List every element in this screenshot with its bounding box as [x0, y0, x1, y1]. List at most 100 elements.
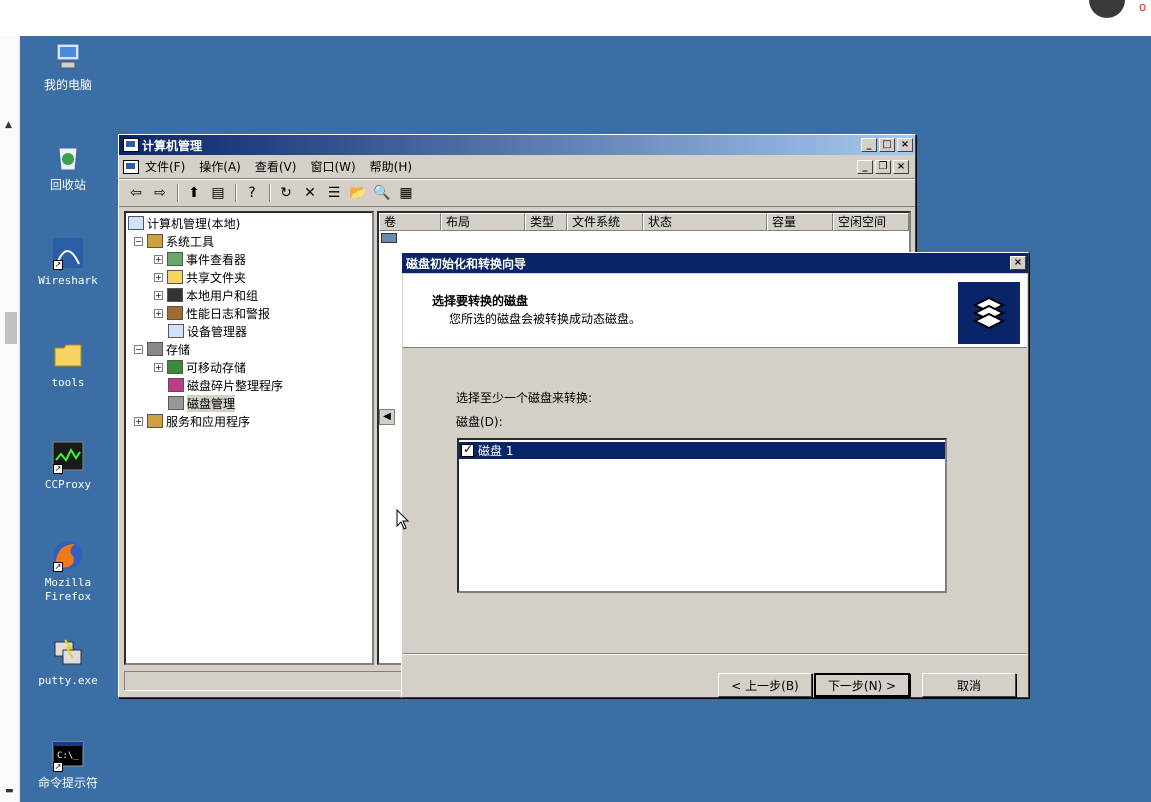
desktop-icon-wireshark[interactable]: ↗ Wireshark	[28, 236, 108, 288]
scroll-down-icon[interactable]: ▬	[5, 786, 14, 796]
shortcut-arrow-icon: ↗	[53, 762, 63, 772]
volume-row-icon	[381, 233, 397, 243]
left-scrollbar[interactable]: ▲ ▬	[0, 36, 20, 802]
close-icon[interactable]: ×	[1010, 256, 1026, 270]
shortcut-arrow-icon: ↗	[53, 464, 63, 474]
tree-item-defrag[interactable]: 磁盘碎片整理程序	[168, 377, 283, 393]
menu-action[interactable]: 操作(A)	[199, 158, 241, 175]
menu-view[interactable]: 查看(V)	[255, 158, 297, 175]
scroll-up-icon[interactable]: ▲	[5, 120, 12, 130]
up-level-icon[interactable]: ⬆	[183, 183, 205, 203]
desktop-icon-tools[interactable]: tools	[28, 338, 108, 390]
desktop-icon-putty[interactable]: putty.exe	[28, 636, 108, 688]
tree-item-event-viewer[interactable]: + 事件查看器	[154, 251, 246, 267]
desktop-icon-label: tools	[51, 376, 85, 389]
desktop-icon-recycle-bin[interactable]: 回收站	[28, 140, 108, 192]
disk-stack-icon	[958, 282, 1020, 344]
scroll-left-icon[interactable]: ◀	[379, 409, 395, 425]
maximize-icon[interactable]: □	[879, 138, 895, 152]
forward-icon[interactable]: ⇨	[149, 183, 171, 203]
ccproxy-icon: ↗	[51, 440, 85, 474]
mdi-close-icon[interactable]: ×	[893, 159, 909, 174]
menu-file[interactable]: 文件(F)	[145, 158, 185, 175]
tree-item-disk-management[interactable]: 磁盘管理	[168, 394, 236, 412]
desktop-icon-firefox[interactable]: ↗ Mozilla Firefox	[28, 538, 108, 604]
disk-item-label: 磁盘 1	[478, 444, 514, 458]
cancel-button[interactable]: 取消	[922, 673, 1016, 697]
tree-item-removable-storage[interactable]: + 可移动存储	[154, 359, 246, 375]
desktop-icon-label: CCProxy	[44, 478, 92, 491]
mgmt-window-icon	[123, 138, 139, 152]
back-icon[interactable]: ⇦	[125, 183, 147, 203]
shared-folder-icon	[167, 270, 183, 284]
mmc-menu-icon[interactable]	[123, 159, 139, 174]
settings-icon[interactable]: ▦	[395, 183, 417, 203]
storage-icon	[147, 342, 163, 356]
users-icon	[167, 288, 183, 302]
tree-item-root[interactable]: 计算机管理(本地)	[128, 215, 240, 231]
col-layout[interactable]: 布局	[441, 213, 525, 231]
folder-icon	[51, 338, 85, 372]
tree-item-shared-folders[interactable]: + 共享文件夹	[154, 269, 246, 285]
mgmt-titlebar[interactable]: 计算机管理 _ □ ×	[119, 135, 915, 155]
expand-icon[interactable]: +	[154, 290, 163, 300]
menu-help[interactable]: 帮助(H)	[370, 158, 412, 175]
tree-item-perf-logs[interactable]: + 性能日志和警报	[154, 305, 270, 321]
help-icon[interactable]: ?	[241, 183, 263, 203]
minimize-icon[interactable]: _	[861, 138, 877, 152]
col-filesystem[interactable]: 文件系统	[567, 213, 643, 231]
tree-item-storage[interactable]: − 存储	[134, 341, 190, 357]
expand-icon[interactable]: +	[154, 308, 163, 318]
tree-item-local-users[interactable]: + 本地用户和组	[154, 287, 258, 303]
expand-icon[interactable]: +	[154, 362, 163, 372]
mdi-restore-icon[interactable]: ❐	[875, 159, 891, 174]
next-button[interactable]: 下一步(N) >	[814, 673, 910, 697]
expand-icon[interactable]: +	[154, 272, 163, 282]
search-icon[interactable]: 🔍	[371, 183, 393, 203]
mdi-minimize-icon[interactable]: _	[857, 159, 873, 174]
disk-listbox[interactable]: 磁盘 1	[457, 438, 947, 593]
mouse-cursor-icon	[396, 509, 410, 530]
desktop-icon-cmd[interactable]: C:\_ ↗ 命令提示符	[28, 738, 108, 790]
desktop-icon-my-computer[interactable]: 我的电脑	[28, 40, 108, 92]
col-capacity[interactable]: 容量	[767, 213, 833, 231]
tree-item-services-apps[interactable]: + 服务和应用程序	[134, 413, 250, 429]
wizard-divider	[403, 653, 1027, 655]
computer-icon	[128, 216, 144, 230]
disk-checkbox[interactable]	[461, 442, 474, 457]
desktop-icon-ccproxy[interactable]: ↗ CCProxy	[28, 440, 108, 492]
disk-conversion-wizard[interactable]: 磁盘初始化和转换向导 × 选择要转换的磁盘 您所选的磁盘会被转换成动态磁盘。 选…	[401, 252, 1029, 698]
desktop-icon-label: putty.exe	[38, 674, 98, 687]
col-type[interactable]: 类型	[525, 213, 567, 231]
collapse-icon[interactable]: −	[134, 344, 143, 354]
back-button[interactable]: < 上一步(B)	[718, 673, 812, 697]
disk-list-item[interactable]: 磁盘 1	[459, 442, 945, 459]
show-tree-icon[interactable]: ▤	[207, 183, 229, 203]
delete-icon[interactable]: ✕	[299, 183, 321, 203]
open-icon[interactable]: 📂	[347, 183, 369, 203]
desktop-icon-label: Mozilla Firefox	[44, 576, 92, 603]
mgmt-title: 计算机管理	[142, 138, 203, 153]
collapse-icon[interactable]: −	[134, 236, 143, 246]
putty-icon	[51, 636, 85, 670]
properties-icon[interactable]: ☰	[323, 183, 345, 203]
wizard-header: 选择要转换的磁盘 您所选的磁盘会被转换成动态磁盘。	[403, 274, 1027, 348]
wizard-instruction: 选择至少一个磁盘来转换:	[456, 391, 593, 405]
console-tree[interactable]: 计算机管理(本地) − 系统工具 + 事件查看器 + 共享文件夹 + 本地用户和…	[124, 211, 374, 665]
col-volume[interactable]: 卷	[379, 213, 441, 231]
menu-window[interactable]: 窗口(W)	[310, 158, 355, 175]
tree-item-system-tools[interactable]: − 系统工具	[134, 233, 214, 249]
refresh-icon[interactable]: ↻	[275, 183, 297, 203]
col-free-space[interactable]: 空闲空间	[833, 213, 909, 231]
expand-icon[interactable]: +	[134, 416, 143, 426]
col-status[interactable]: 状态	[643, 213, 767, 231]
tree-item-device-manager[interactable]: 设备管理器	[168, 323, 247, 339]
wizard-titlebar[interactable]: 磁盘初始化和转换向导 ×	[402, 253, 1028, 273]
scroll-thumb[interactable]	[5, 312, 17, 344]
close-icon[interactable]: ×	[897, 138, 913, 152]
svg-text:C:\_: C:\_	[57, 751, 79, 761]
perf-logs-icon	[167, 306, 183, 320]
corner-widget[interactable]	[1089, 0, 1125, 18]
expand-icon[interactable]: +	[154, 254, 163, 264]
cmd-icon: C:\_ ↗	[51, 738, 85, 772]
